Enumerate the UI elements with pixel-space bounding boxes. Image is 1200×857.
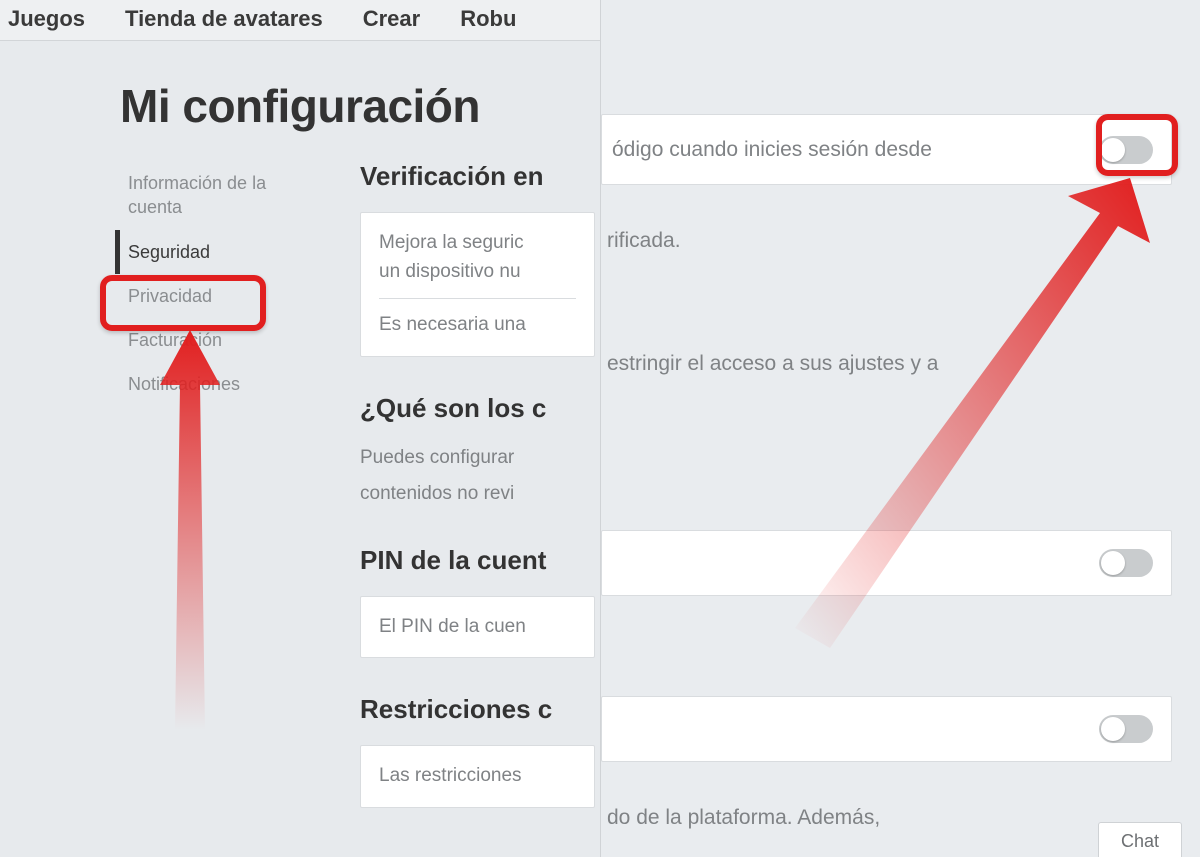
sidebar-item-label: Notificaciones bbox=[128, 374, 240, 394]
chat-label: Chat bbox=[1121, 831, 1159, 851]
two-step-row: ódigo cuando inicies sesión desde bbox=[601, 114, 1172, 185]
sidebar-item-notifications[interactable]: Notificaciones bbox=[120, 362, 320, 406]
nav-robux[interactable]: Robu bbox=[460, 6, 516, 32]
restrictions-text: Las restricciones bbox=[379, 765, 522, 786]
section-restrictions-heading: Restricciones c bbox=[360, 694, 595, 725]
nav-crear[interactable]: Crear bbox=[363, 6, 420, 32]
sidebar-item-billing[interactable]: Facturación bbox=[120, 318, 320, 362]
sidebar-item-label: Seguridad bbox=[128, 242, 210, 262]
sidebar-item-label: Privacidad bbox=[128, 286, 212, 306]
verification-required-text: Es necesaria una bbox=[379, 311, 576, 340]
two-step-text: ódigo cuando inicies sesión desde bbox=[612, 135, 1099, 164]
nav-tienda[interactable]: Tienda de avatares bbox=[125, 6, 323, 32]
section-pin-heading: PIN de la cuent bbox=[360, 545, 595, 576]
pin-card: El PIN de la cuen bbox=[360, 596, 595, 659]
verification-card: Mejora la seguric un dispositivo nu Es n… bbox=[360, 212, 595, 357]
two-step-toggle[interactable] bbox=[1099, 136, 1153, 164]
float-text-restrict: estringir el acceso a sus ajustes y a bbox=[601, 348, 1200, 381]
what-text-2: contenidos no revi bbox=[360, 480, 595, 509]
sidebar-item-label: Facturación bbox=[128, 330, 222, 350]
settings-sidebar: Información de la cuenta Seguridad Priva… bbox=[120, 161, 320, 822]
sidebar-item-account-info[interactable]: Información de la cuenta bbox=[120, 161, 320, 230]
top-nav: Juegos Tienda de avatares Crear Robu bbox=[0, 0, 605, 41]
sidebar-item-security[interactable]: Seguridad bbox=[115, 230, 320, 274]
left-settings-pane: Juegos Tienda de avatares Crear Robu Mi … bbox=[0, 0, 605, 857]
toggle-knob bbox=[1101, 717, 1125, 741]
sidebar-item-privacy[interactable]: Privacidad bbox=[120, 274, 320, 318]
restrictions-card: Las restricciones bbox=[360, 745, 595, 808]
settings-main: Verificación en Mejora la seguric un dis… bbox=[320, 161, 605, 822]
page-title: Mi configuración bbox=[0, 41, 605, 161]
pin-toggle[interactable] bbox=[1099, 549, 1153, 577]
nav-juegos[interactable]: Juegos bbox=[8, 6, 85, 32]
chat-tab[interactable]: Chat bbox=[1098, 822, 1182, 857]
verification-text-1: Mejora la seguric bbox=[379, 229, 576, 258]
pin-toggle-row bbox=[601, 530, 1172, 596]
sidebar-item-label: Información de la cuenta bbox=[128, 173, 266, 217]
restrictions-toggle[interactable] bbox=[1099, 715, 1153, 743]
float-text-verified: rificada. bbox=[601, 225, 1200, 258]
verification-text-2: un dispositivo nu bbox=[379, 258, 576, 287]
what-text-1: Puedes configurar bbox=[360, 444, 595, 473]
divider bbox=[379, 298, 576, 299]
right-settings-pane: ódigo cuando inicies sesión desde rifica… bbox=[600, 0, 1200, 857]
pin-text: El PIN de la cuen bbox=[379, 616, 526, 637]
section-what-heading: ¿Qué son los c bbox=[360, 393, 595, 424]
toggle-knob bbox=[1101, 551, 1125, 575]
restrictions-toggle-row bbox=[601, 696, 1172, 762]
toggle-knob bbox=[1101, 138, 1125, 162]
section-verification-heading: Verificación en bbox=[360, 161, 595, 192]
